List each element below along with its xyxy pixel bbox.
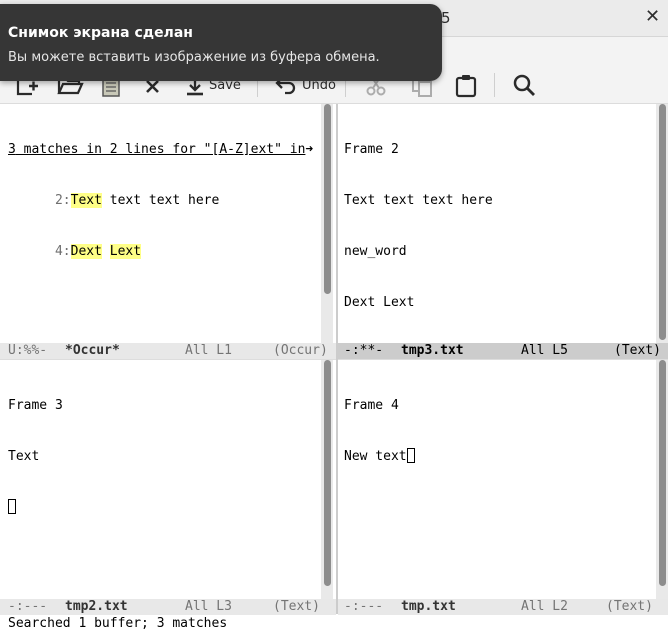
match-highlight: Text (70, 193, 102, 208)
text-line-content: New text (344, 449, 407, 464)
vertical-window-divider[interactable] (336, 104, 338, 614)
modeline-buffer-name: tmp.txt (401, 599, 456, 614)
scrollbar-thumb[interactable] (324, 104, 331, 294)
tmp3-window[interactable]: Frame 2 Text text text here new_word Dex… (338, 104, 668, 343)
modeline-occur[interactable]: U:%%- *Occur* All L1 (Occur) (0, 343, 336, 359)
text-line: Frame 4 (344, 398, 399, 413)
occur-result-line[interactable]: 4:Dext Lext (8, 243, 313, 260)
scrollbar-thumb[interactable] (659, 360, 666, 586)
match-highlight: Lext (109, 244, 142, 259)
paste-icon (455, 75, 477, 98)
text-line: new_word (344, 244, 407, 259)
paste-button[interactable] (454, 67, 478, 103)
scrollbar[interactable] (321, 104, 333, 343)
text-line (8, 499, 63, 516)
occur-result-line[interactable]: 2:Text text text here (8, 192, 313, 209)
modeline-state: -:**- (344, 343, 384, 358)
text-line: Dext Lext (344, 295, 415, 310)
scrollbar[interactable] (656, 360, 668, 599)
match-sep (102, 244, 110, 259)
modeline-mode: (Text) (614, 343, 661, 358)
line-number: 4: (54, 244, 71, 259)
search-icon (513, 74, 535, 96)
close-window-icon[interactable]: ✕ (645, 6, 660, 27)
modeline-state: -:--- (8, 599, 48, 614)
toolbar-separator (494, 73, 495, 97)
modeline-buffer-name: tmp2.txt (65, 599, 128, 614)
occur-header: 3 matches in 2 lines for "[A-Z]ext" in➜ (8, 141, 313, 158)
modeline-position: All L5 (521, 343, 568, 358)
screenshot-notification[interactable]: Снимок экрана сделан Вы можете вставить … (0, 4, 442, 81)
scrollbar[interactable] (321, 360, 333, 599)
cursor (406, 448, 415, 463)
cursor (8, 499, 16, 514)
occur-window[interactable]: 3 matches in 2 lines for "[A-Z]ext" in➜ … (0, 104, 336, 343)
window-title: 5 (441, 9, 451, 27)
text-line: Frame 3 (8, 398, 63, 413)
modeline-tmp[interactable]: -:--- tmp.txt All L2 (Text) (338, 599, 668, 615)
modeline-mode: (Text) (606, 599, 653, 614)
occur-header-cursor: 3 (8, 142, 16, 157)
modeline-mode: (Text) (273, 599, 320, 614)
tmp2-window[interactable]: Frame 3 Text (0, 360, 336, 599)
modeline-tmp2[interactable]: -:--- tmp2.txt All L3 (Text) (0, 599, 336, 615)
scrollbar[interactable] (656, 104, 668, 343)
modeline-tmp3[interactable]: -:**- tmp3.txt All L5 (Text) (338, 343, 668, 359)
modeline-buffer-name: *Occur* (65, 343, 120, 358)
modeline-mode: (Occur) (273, 343, 328, 358)
modeline-position: All L2 (521, 599, 568, 614)
truncation-arrow-icon: ➜ (305, 142, 314, 157)
modeline-state: -:--- (344, 599, 384, 614)
notification-body: Вы можете вставить изображение из буфера… (8, 50, 380, 65)
text-line: Text (8, 449, 40, 464)
modeline-state: U:%%- (8, 343, 48, 358)
text-line: Text text text here (344, 193, 493, 208)
echo-area: Searched 1 buffer; 3 matches (8, 616, 228, 631)
text-line: Frame 2 (344, 142, 399, 157)
match-rest: text text here (101, 193, 220, 208)
scrollbar-thumb[interactable] (324, 360, 331, 586)
line-number: 2: (54, 193, 71, 208)
text-line: New text (344, 448, 415, 465)
scrollbar-thumb[interactable] (659, 104, 666, 340)
notification-title: Снимок экрана сделан (8, 25, 193, 41)
search-button[interactable] (511, 67, 537, 103)
tmp-window[interactable]: Frame 4 New text (338, 360, 668, 599)
modeline-position: All L3 (185, 599, 232, 614)
modeline-position: All L1 (185, 343, 232, 358)
modeline-buffer-name: tmp3.txt (401, 343, 464, 358)
match-highlight: Dext (70, 244, 102, 259)
occur-header-text: matches in 2 lines for "[A-Z]ext" in (15, 142, 306, 157)
